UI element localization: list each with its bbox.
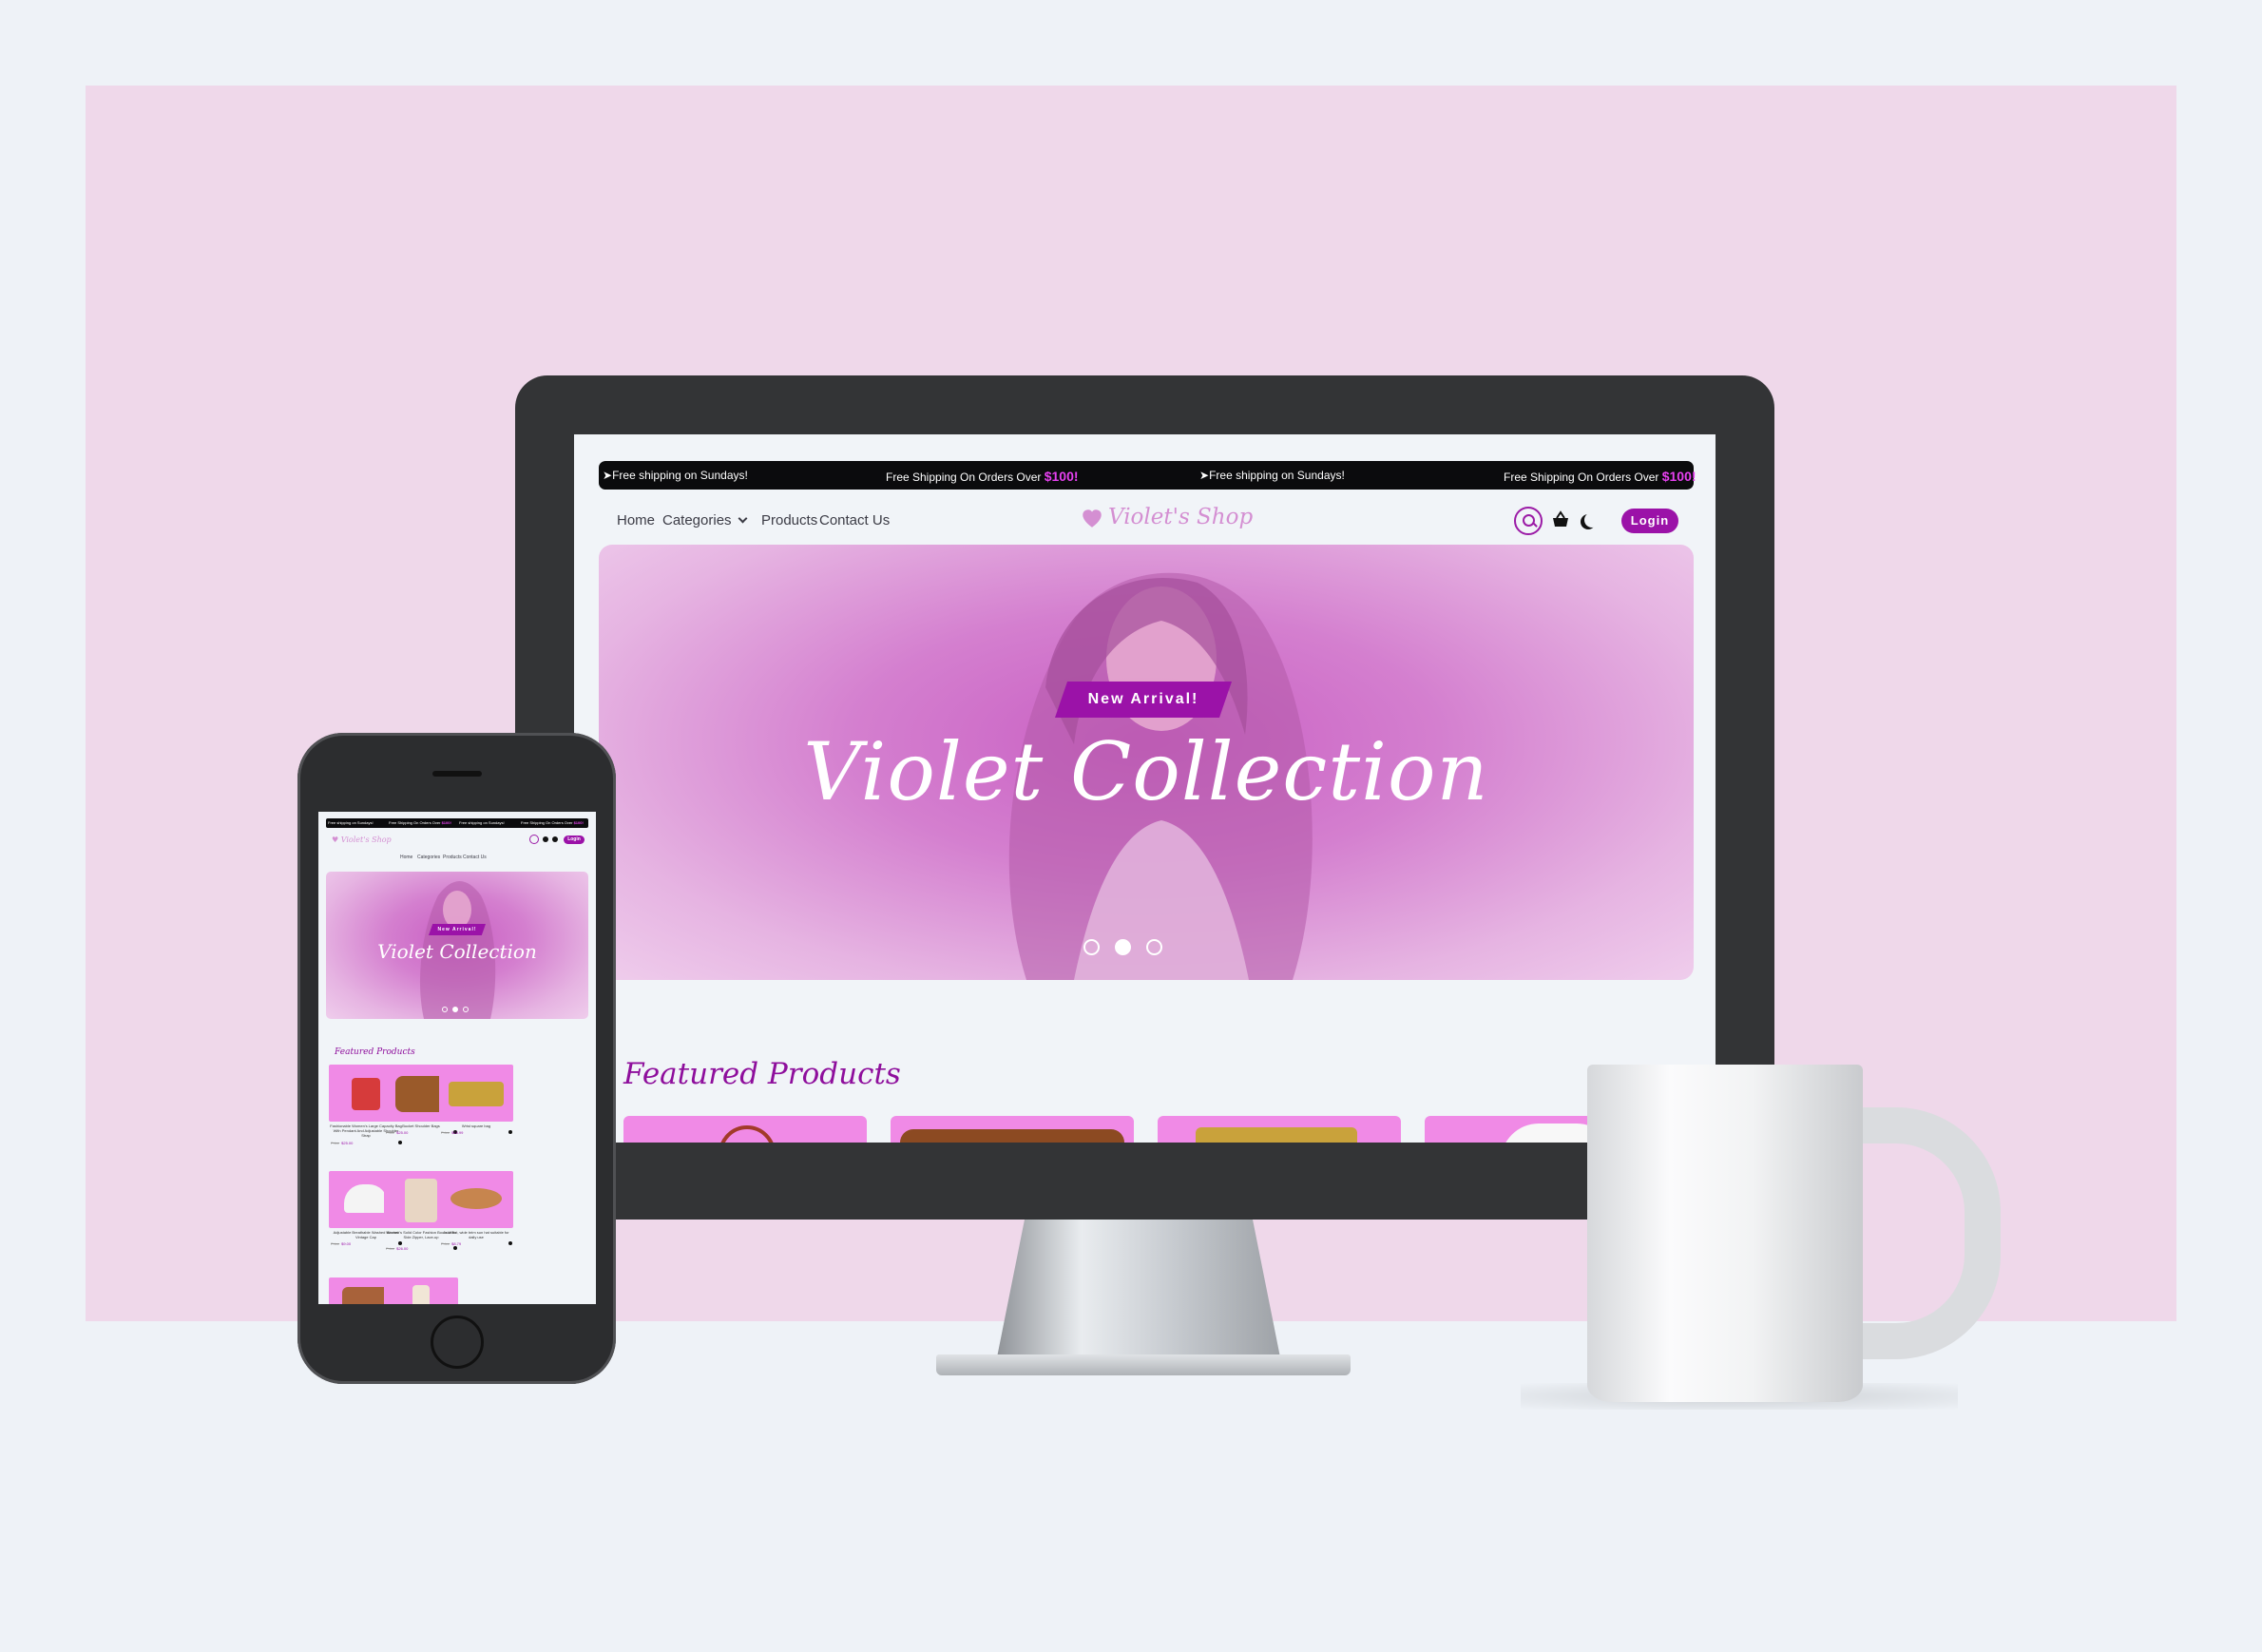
mobile-logo[interactable]: ♥ Violet's Shop [332, 836, 392, 844]
site-logo[interactable]: Violet's Shop [1080, 505, 1253, 530]
nav-contact[interactable]: Contact Us [819, 512, 890, 528]
monitor-stand [996, 1220, 1281, 1362]
main-nav: Home Categories Products Contact Us Viol… [599, 501, 1694, 539]
basket-icon[interactable] [1551, 510, 1570, 529]
mobile-add-to-cart-icon[interactable] [398, 1241, 402, 1245]
mobile-carousel-dot-1[interactable] [442, 1007, 448, 1012]
mobile-product-price: Price $8.79 [441, 1241, 462, 1246]
carousel-dot-1[interactable] [1083, 939, 1100, 955]
dark-mode-icon[interactable] [1584, 512, 1600, 528]
nav-home[interactable]: Home [617, 512, 655, 528]
logo-text: Violet's Shop [1108, 505, 1254, 529]
login-button[interactable]: Login [1621, 509, 1678, 533]
product-image [412, 1285, 430, 1304]
mobile-ticker-item: Free shipping on Sundays! [459, 820, 505, 825]
carousel-dot-3[interactable] [1146, 939, 1162, 955]
mobile-nav-contact[interactable]: Contact Us [463, 855, 487, 860]
ticker-item: Free Shipping On Orders Over $100! [886, 469, 1079, 484]
search-icon[interactable] [1514, 507, 1543, 535]
product-image [405, 1179, 437, 1222]
phone-speaker [432, 771, 482, 777]
mobile-screen: Free shipping on Sundays! Free Shipping … [318, 812, 596, 1304]
mobile-phone: Free shipping on Sundays! Free Shipping … [297, 733, 616, 1384]
ticker-item: Free Shipping On Orders Over $100! [1504, 469, 1696, 484]
mobile-ticker-item: Free Shipping On Orders Over $100! [521, 820, 584, 825]
product-image [449, 1082, 504, 1106]
mobile-add-to-cart-icon[interactable] [508, 1130, 512, 1134]
mobile-add-to-cart-icon[interactable] [453, 1246, 457, 1250]
product-image [450, 1188, 502, 1209]
mobile-new-arrival-badge: New Arrival! [429, 924, 486, 935]
desktop-monitor: ➤Free shipping on Sundays! Free Shipping… [515, 375, 1774, 1220]
mobile-product-price: Price $18.99 [441, 1130, 464, 1135]
product-card[interactable] [891, 1116, 1134, 1143]
mobile-basket-icon[interactable] [543, 836, 548, 842]
mobile-login-button[interactable]: Login [564, 836, 585, 844]
ticker-item: ➤Free shipping on Sundays! [603, 469, 748, 482]
product-card[interactable] [623, 1116, 867, 1143]
mobile-nav-products[interactable]: Products [443, 855, 462, 860]
featured-products-heading: Featured Products [623, 1057, 901, 1091]
heart-icon [1083, 509, 1102, 528]
nav-products[interactable]: Products [761, 512, 817, 528]
new-arrival-badge: New Arrival! [1055, 682, 1232, 718]
coffee-mug [1587, 1065, 1863, 1402]
mobile-product-price: Price $9.00 [331, 1241, 352, 1246]
carousel-dot-2[interactable] [1115, 939, 1131, 955]
mobile-nav-home[interactable]: Home [400, 855, 412, 860]
product-image [342, 1287, 390, 1304]
announcement-ticker: ➤Free shipping on Sundays! Free Shipping… [599, 461, 1696, 490]
phone-home-button [431, 1316, 484, 1369]
nav-categories-label: Categories [662, 512, 732, 528]
mobile-add-to-cart-icon[interactable] [508, 1241, 512, 1245]
product-image [352, 1078, 380, 1110]
mobile-dark-mode-icon[interactable] [552, 836, 558, 842]
ticker-item: ➤Free shipping on Sundays! [1199, 469, 1345, 482]
mobile-product-price: Price $26.00 [386, 1246, 409, 1251]
mobile-ticker-item: Free shipping on Sundays! [328, 820, 374, 825]
chevron-down-icon [738, 513, 747, 524]
mobile-product-name: Jazz hat, wide brim sun hat suitable for… [443, 1230, 509, 1239]
monitor-stand-base [936, 1354, 1351, 1375]
mobile-ticker-item: Free Shipping On Orders Over $100! [389, 820, 451, 825]
mobile-nav-categories[interactable]: Categories [417, 855, 440, 860]
hero-title: Violet Collection [803, 725, 1489, 818]
desktop-screen: ➤Free shipping on Sundays! Free Shipping… [574, 434, 1716, 1143]
mobile-ticker: Free shipping on Sundays! Free Shipping … [326, 818, 588, 828]
mobile-product-price: Price $25.00 [386, 1130, 409, 1135]
mobile-product-name: Wrist square bag [461, 1124, 491, 1128]
mobile-add-to-cart-icon[interactable] [398, 1141, 402, 1144]
product-card[interactable] [1158, 1116, 1401, 1143]
product-image [344, 1184, 388, 1213]
mobile-search-icon[interactable] [529, 835, 539, 844]
mobile-featured-heading: Featured Products [335, 1047, 415, 1057]
mobile-product-card[interactable] [439, 1171, 513, 1228]
hero-banner: New Arrival! Violet Collection [599, 545, 1694, 980]
mobile-carousel-dot-3[interactable] [463, 1007, 469, 1012]
mobile-hero-banner: New Arrival! Violet Collection [326, 872, 588, 1019]
mobile-logo-text: Violet's Shop [340, 836, 392, 844]
mobile-product-price: Price $25.00 [331, 1141, 354, 1145]
mobile-product-card[interactable] [439, 1065, 513, 1122]
mobile-hero-title: Violet Collection [377, 940, 537, 963]
mobile-product-card[interactable] [384, 1277, 458, 1304]
mobile-carousel-dot-2[interactable] [452, 1007, 458, 1012]
nav-categories[interactable]: Categories [662, 512, 747, 528]
